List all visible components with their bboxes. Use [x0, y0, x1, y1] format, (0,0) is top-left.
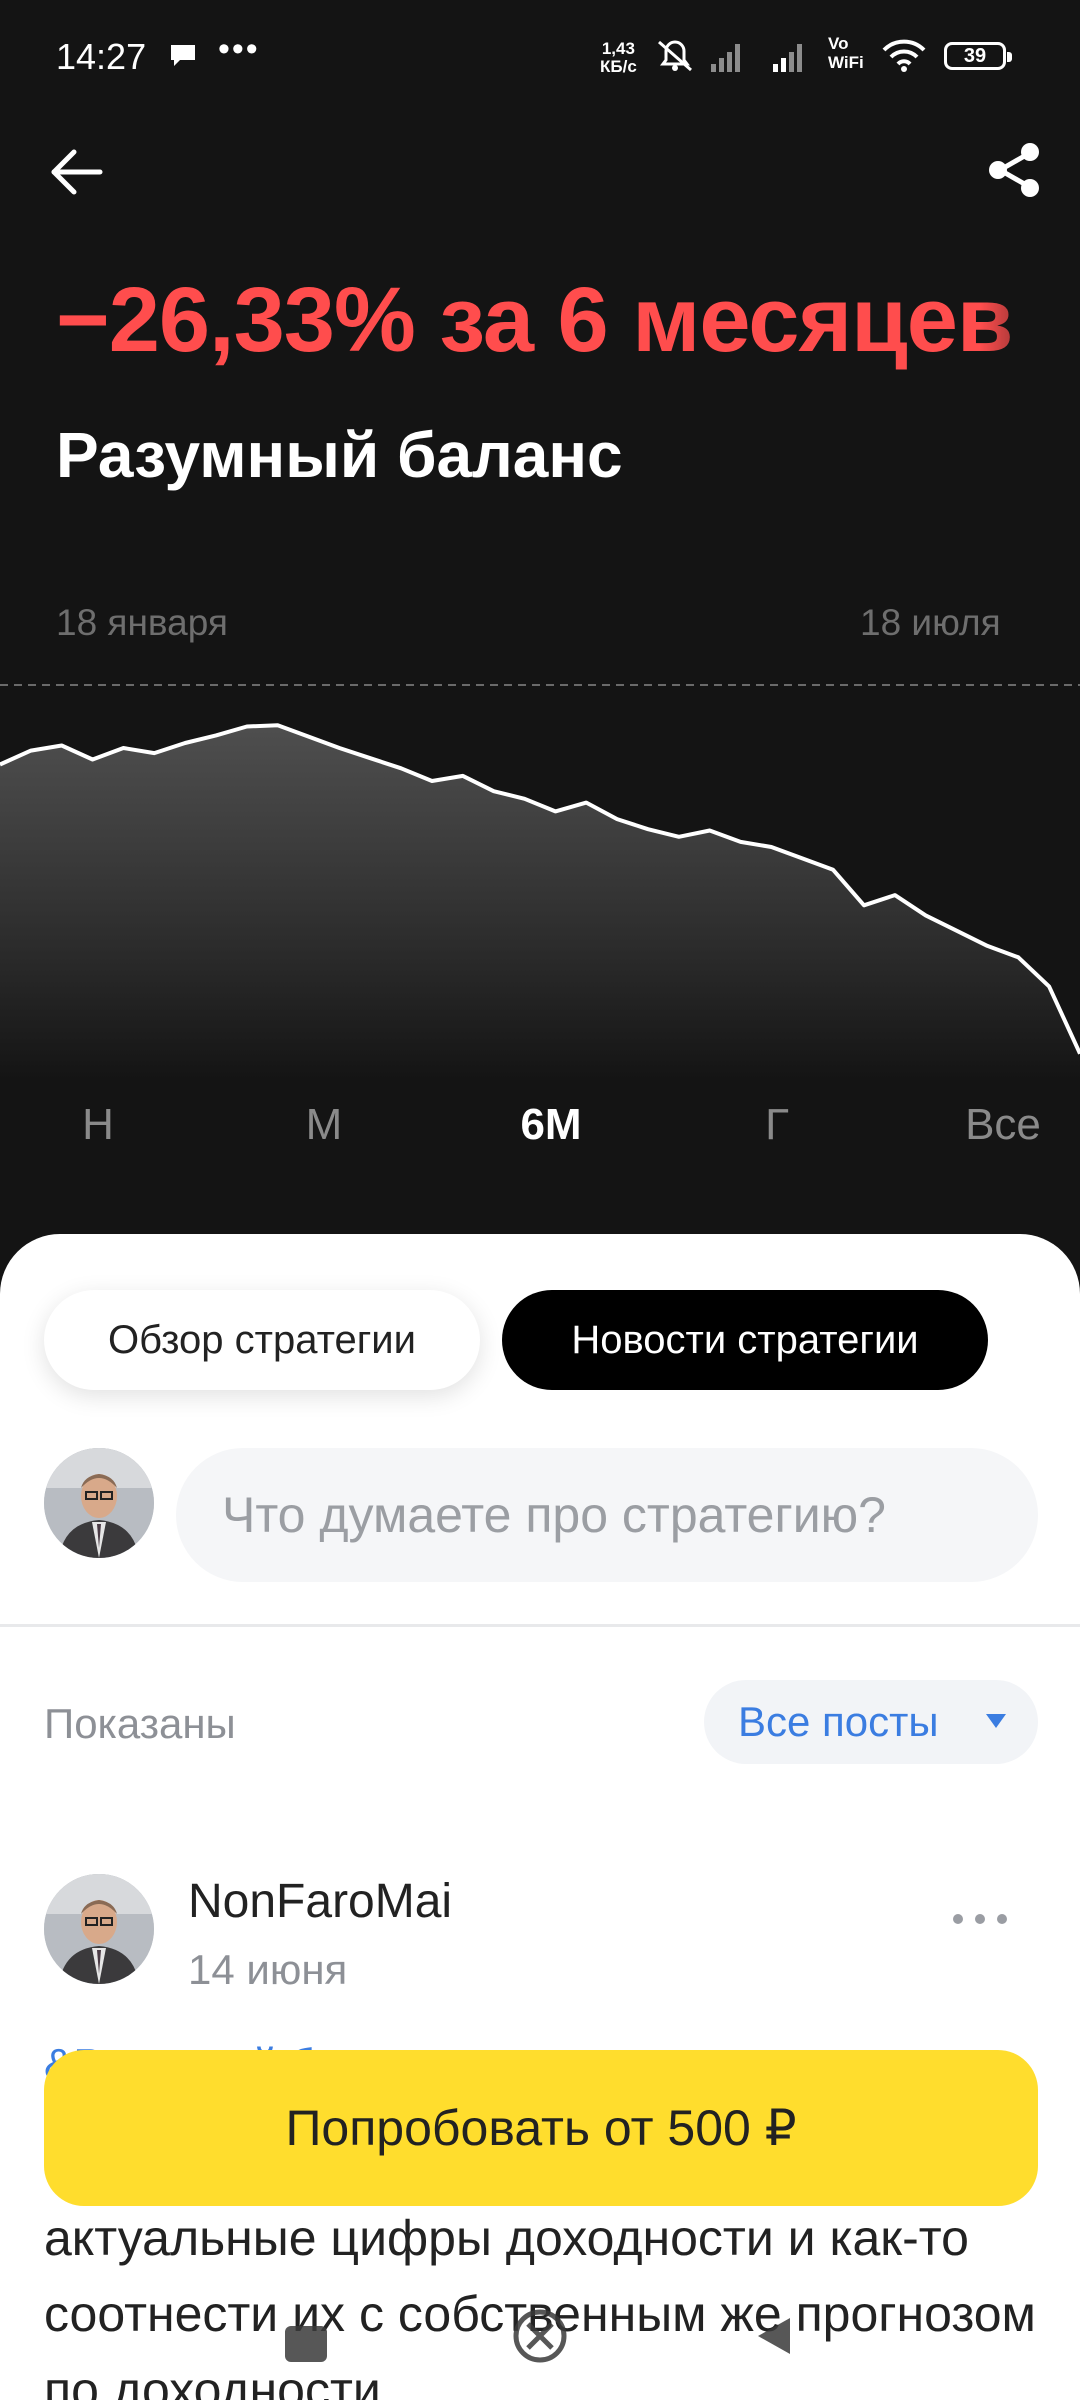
return-change: −26,33% за 6 месяцев	[56, 269, 1013, 371]
shown-label: Показаны	[44, 1700, 236, 1747]
strategy-title: Разумный баланс	[56, 419, 623, 491]
period-3[interactable]: 6М	[471, 1100, 631, 1150]
post-author-avatar-image	[44, 1874, 154, 1984]
post-date: 14 июня	[188, 1946, 348, 1993]
more-horizontal-icon[interactable]	[950, 1912, 1010, 1926]
vowifi-bottom: WiFi	[828, 53, 864, 72]
network-speed-unit: КБ/с	[600, 57, 637, 76]
network-speed-value: 1,43	[601, 39, 635, 58]
status-bar: 14:27 ••• 1,43 КБ/с Vo WiFi 39	[0, 0, 1080, 110]
vowifi-label: Vo WiFi	[828, 34, 864, 72]
recent-apps-button	[285, 2326, 327, 2362]
comment-input[interactable]: Что думаете про стратегию?	[176, 1448, 1038, 1582]
chart-start-date: 18 января	[56, 602, 228, 643]
post-author-avatar[interactable]	[44, 1874, 154, 1984]
share-button[interactable]	[980, 136, 1048, 204]
user-avatar[interactable]	[44, 1448, 154, 1558]
status-time: 14:27	[56, 36, 147, 77]
period-selector: Н М 6М Г Все	[0, 1100, 1080, 1160]
headline-fade	[980, 260, 1080, 370]
period-5[interactable]: Все	[923, 1100, 1080, 1150]
system-nav-bar	[285, 2309, 790, 2363]
section-divider	[0, 1624, 1080, 1627]
chart-area	[0, 725, 1080, 1080]
try-strategy-button[interactable]: Попробовать от 500 ₽	[44, 2050, 1038, 2206]
performance-chart[interactable]	[0, 640, 1080, 1080]
post-filter-dropdown[interactable]: Все посты	[704, 1680, 1038, 1764]
period-4[interactable]: Г	[697, 1100, 857, 1150]
share-icon	[989, 143, 1039, 197]
period-2[interactable]: М	[244, 1100, 404, 1150]
back-button[interactable]	[44, 140, 108, 204]
wifi-icon	[882, 39, 926, 72]
message-icon	[171, 45, 195, 66]
muted-bell-icon	[658, 40, 692, 72]
vowifi-top: Vo	[828, 34, 849, 53]
signal-icons	[658, 40, 802, 72]
caret-down-icon	[986, 1714, 1006, 1728]
signal-icon-1	[711, 44, 740, 72]
network-speed: 1,43 КБ/с	[600, 40, 637, 76]
chart-end-date: 18 июля	[860, 602, 1001, 643]
battery-indicator: 39	[944, 42, 1012, 70]
back-nav-button	[758, 2318, 790, 2354]
home-button	[513, 2309, 567, 2363]
post-filter-value: Все посты	[738, 1698, 939, 1745]
signal-icon-2	[773, 44, 802, 72]
user-avatar-image	[44, 1448, 154, 1558]
tab-overview[interactable]: Обзор стратегии	[44, 1290, 480, 1390]
period-1[interactable]: Н	[18, 1100, 178, 1150]
more-notifications-icon: •••	[218, 30, 260, 68]
tab-news[interactable]: Новости стратегии	[502, 1290, 988, 1390]
strategy-sheet: Обзор стратегии Новости стратегии Что ду…	[0, 1234, 1080, 2400]
post-author-name[interactable]: NonFaroMai	[188, 1874, 452, 1929]
arrow-left-icon	[51, 149, 103, 195]
